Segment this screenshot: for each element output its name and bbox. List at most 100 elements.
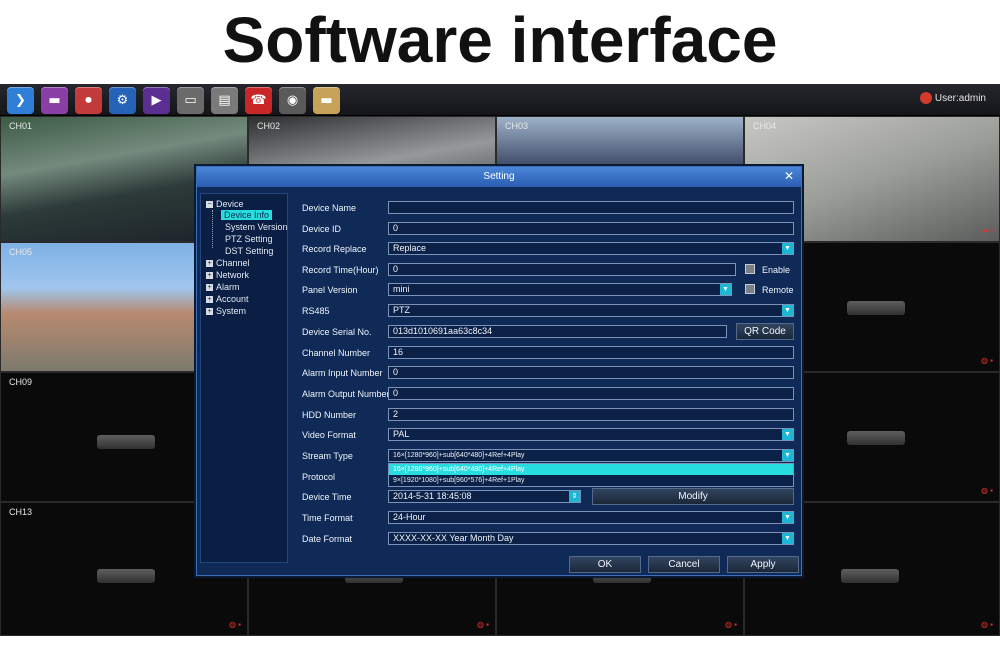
- device-time-input[interactable]: 2014-5-31 18:45:08 ⇕: [388, 490, 581, 503]
- label-serial-no: Device Serial No.: [302, 327, 372, 337]
- record-status-icon: ● ▪: [983, 226, 993, 235]
- date-format-select[interactable]: XXXX-XX-XX Year Month Day ▼: [388, 532, 794, 545]
- stream-type-dropdown-list: 16×[1280*960]+sub[640*480]+4Ref+4Play 9×…: [388, 463, 794, 487]
- cancel-button[interactable]: Cancel: [648, 556, 720, 573]
- expand-icon[interactable]: +: [206, 308, 213, 315]
- playback-icon[interactable]: ▶: [143, 87, 170, 114]
- dropdown-arrow-icon[interactable]: ▼: [782, 512, 793, 523]
- time-format-select[interactable]: 24-Hour ▼: [388, 511, 794, 524]
- expand-icon[interactable]: +: [206, 296, 213, 303]
- user-indicator[interactable]: User:admin: [919, 92, 986, 104]
- qr-code-button[interactable]: QR Code: [736, 323, 794, 340]
- channel-label: CH13: [9, 507, 33, 517]
- enable-label: Enable: [762, 265, 791, 275]
- channel-label: CH02: [257, 121, 281, 131]
- camera-placeholder-icon: [97, 569, 155, 583]
- channel-label: CH03: [505, 121, 529, 131]
- panel-version-select[interactable]: mini ▼: [388, 283, 732, 296]
- camera-icon[interactable]: ◉: [279, 87, 306, 114]
- tree-node-system[interactable]: + System: [206, 306, 246, 316]
- record-replace-select[interactable]: Replace ▼: [388, 242, 794, 255]
- camera-placeholder-icon: [97, 435, 155, 449]
- rs485-select[interactable]: PTZ ▼: [388, 304, 794, 317]
- stream-option[interactable]: 16×[1280*960]+sub[640*480]+4Ref+4Play: [389, 464, 793, 475]
- menu-icon[interactable]: ❯: [7, 87, 34, 114]
- video-format-select[interactable]: PAL ▼: [388, 428, 794, 441]
- tree-node-system-version[interactable]: System Version: [225, 222, 288, 232]
- tree-node-account[interactable]: + Account: [206, 294, 249, 304]
- modify-button[interactable]: Modify: [592, 488, 794, 505]
- device-name-input[interactable]: [388, 201, 794, 214]
- channel-tile[interactable]: ◍ ▪: [802, 242, 1000, 372]
- remote-label: Remote: [762, 285, 794, 295]
- record-status-icon: ◍ ▪: [980, 486, 993, 495]
- dropdown-arrow-icon[interactable]: ▼: [782, 533, 793, 544]
- label-channel-number: Channel Number: [302, 348, 371, 358]
- label-alarm-output: Alarm Output Number: [302, 389, 390, 399]
- label-video-format: Video Format: [302, 430, 356, 440]
- dropdown-arrow-icon[interactable]: ▼: [782, 450, 793, 461]
- hdd-number-input[interactable]: 2: [388, 408, 794, 421]
- backup-icon[interactable]: ▭: [177, 87, 204, 114]
- expand-icon[interactable]: +: [206, 272, 213, 279]
- label-stream-type: Stream Type: [302, 451, 353, 461]
- record-status-icon: ◍ ▪: [228, 620, 241, 629]
- setting-dialog: Setting ✕ − Device Device Info System Ver…: [196, 166, 802, 576]
- stream-type-select[interactable]: 16×[1280*960]+sub[640*480]+4Ref+4Play ▼: [388, 449, 794, 462]
- channel-label: CH01: [9, 121, 33, 131]
- tree-node-network[interactable]: + Network: [206, 270, 249, 280]
- user-label: User:admin: [934, 92, 986, 104]
- dvr-screen: ❯ ▬ ⏺ ⚙ ▶ ▭ ▤ ☎ ◉ ▬ User:admin CH01 CH02 CH03 CH0…: [0, 84, 1000, 636]
- label-alarm-input: Alarm Input Number: [302, 368, 383, 378]
- label-device-time: Device Time: [302, 492, 352, 502]
- label-date-format: Date Format: [302, 534, 353, 544]
- user-icon: [919, 92, 932, 104]
- record-status-icon: ◍ ▪: [476, 620, 489, 629]
- alarm-input-number-input[interactable]: 0: [388, 366, 794, 379]
- settings-icon[interactable]: ⚙: [109, 87, 136, 114]
- expand-icon[interactable]: +: [206, 284, 213, 291]
- expand-icon[interactable]: +: [206, 260, 213, 267]
- channel-label: CH09: [9, 377, 33, 387]
- camera-placeholder-icon: [841, 569, 899, 583]
- channel-tile[interactable]: ◍ ▪: [802, 372, 1000, 502]
- tree-node-device[interactable]: − Device: [206, 199, 244, 209]
- device-id-input[interactable]: 0: [388, 222, 794, 235]
- label-panel-version: Panel Version: [302, 285, 358, 295]
- remote-checkbox[interactable]: [745, 284, 755, 294]
- alarm-icon[interactable]: ☎: [245, 87, 272, 114]
- record-icon[interactable]: ⏺: [75, 87, 102, 114]
- spinner-icon[interactable]: ⇕: [569, 491, 580, 502]
- ok-button[interactable]: OK: [569, 556, 641, 573]
- tree-node-device-info[interactable]: Device Info: [221, 210, 273, 220]
- label-record-time: Record Time(Hour): [302, 265, 379, 275]
- monitor-icon[interactable]: ▬: [41, 87, 68, 114]
- enable-checkbox[interactable]: [745, 264, 755, 274]
- dropdown-arrow-icon[interactable]: ▼: [782, 429, 793, 440]
- channel-number-input[interactable]: 16: [388, 346, 794, 359]
- camera-placeholder-icon: [847, 301, 905, 315]
- collapse-icon[interactable]: −: [206, 201, 213, 208]
- dropdown-arrow-icon[interactable]: ▼: [720, 284, 731, 295]
- dropdown-arrow-icon[interactable]: ▼: [782, 243, 793, 254]
- banner-title: Software interface: [222, 4, 778, 76]
- tree-node-ptz-setting[interactable]: PTZ Setting: [225, 234, 273, 244]
- tree-connector: [212, 210, 213, 248]
- settings-tree: − Device Device Info System Version PTZ S…: [200, 193, 288, 563]
- tree-node-channel[interactable]: + Channel: [206, 258, 250, 268]
- record-status-icon: ◍ ▪: [980, 620, 993, 629]
- info-icon[interactable]: ▤: [211, 87, 238, 114]
- dropdown-arrow-icon[interactable]: ▼: [782, 305, 793, 316]
- stream-option[interactable]: 9×[1920*1080]+sub[960*576]+4Ref+1Play: [389, 475, 793, 486]
- folder-icon[interactable]: ▬: [313, 87, 340, 114]
- apply-button[interactable]: Apply: [727, 556, 799, 573]
- serial-no-input[interactable]: 013d1010691aa63c8c34: [388, 325, 727, 338]
- tree-node-alarm[interactable]: + Alarm: [206, 282, 240, 292]
- close-icon[interactable]: ✕: [782, 169, 796, 183]
- channel-label: CH04: [753, 121, 777, 131]
- camera-placeholder-icon: [847, 431, 905, 445]
- record-time-input[interactable]: 0: [388, 263, 736, 276]
- channel-label: CH05: [9, 247, 33, 257]
- alarm-output-number-input[interactable]: 0: [388, 387, 794, 400]
- tree-node-dst-setting[interactable]: DST Setting: [225, 246, 273, 256]
